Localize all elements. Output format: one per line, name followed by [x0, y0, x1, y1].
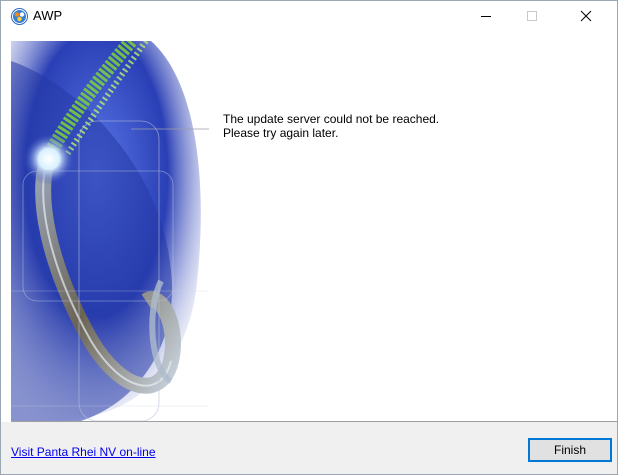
maximize-icon	[527, 11, 537, 21]
finish-button[interactable]: Finish	[528, 438, 612, 462]
title-bar[interactable]: AWP	[1, 1, 617, 31]
wizard-side-graphic	[11, 41, 209, 421]
dialog-footer: Visit Panta Rhei NV on-line Finish	[1, 422, 617, 474]
awp-dialog-window: AWP The update server could not be reach…	[0, 0, 618, 475]
status-message: The update server could not be reached. …	[223, 112, 439, 140]
visit-website-link[interactable]: Visit Panta Rhei NV on-line	[11, 445, 156, 459]
maximize-button[interactable]	[509, 1, 555, 31]
awp-app-icon	[11, 8, 28, 25]
window-title: AWP	[33, 8, 63, 23]
message-line-1: The update server could not be reached.	[223, 112, 440, 126]
message-line-2: Please try again later.	[223, 126, 339, 140]
dialog-content: The update server could not be reached. …	[1, 31, 617, 421]
minimize-button[interactable]	[463, 1, 509, 31]
close-button[interactable]	[563, 1, 609, 31]
close-icon	[580, 10, 592, 22]
minimize-icon	[481, 16, 491, 17]
